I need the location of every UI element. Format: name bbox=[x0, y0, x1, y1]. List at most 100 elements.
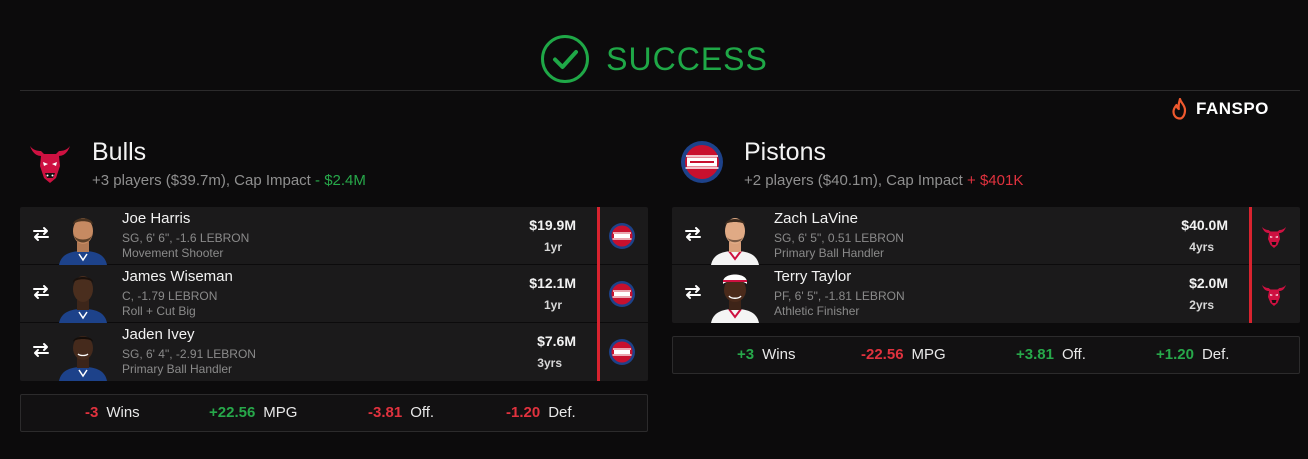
header-divider bbox=[20, 90, 1300, 91]
player-salary: $7.6M bbox=[537, 333, 576, 349]
player-headshot bbox=[59, 336, 107, 381]
player-archetype: Movement Shooter bbox=[122, 246, 224, 260]
player-details: SG, 6' 4", -2.91 LEBRON Primary Ball Han… bbox=[122, 347, 256, 377]
team-panel-bulls: Bulls +3 players ($39.7m), Cap Impact - … bbox=[20, 132, 648, 381]
team-summary: +3 players ($39.7m), Cap Impact - $2.4M bbox=[92, 172, 366, 189]
player-details: SG, 6' 5", 0.51 LEBRON Primary Ball Hand… bbox=[774, 231, 904, 261]
player-archetype: Primary Ball Handler bbox=[774, 246, 885, 260]
player-headshot bbox=[711, 274, 759, 323]
contract-years: 2yrs bbox=[1189, 298, 1214, 312]
player-salary: $2.0M bbox=[1189, 275, 1228, 291]
destination-bar bbox=[1249, 265, 1252, 323]
stat-def: -1.20 Def. bbox=[506, 404, 576, 421]
stat-value: -3.81 bbox=[368, 404, 403, 421]
player-salary: $12.1M bbox=[529, 275, 576, 291]
stat-value: +22.56 bbox=[209, 404, 256, 421]
pistons-logo bbox=[609, 339, 635, 365]
contract-years: 1yr bbox=[543, 240, 562, 254]
player-row[interactable]: James Wiseman C, -1.79 LEBRON Roll + Cut… bbox=[20, 265, 648, 323]
player-archetype: Athletic Finisher bbox=[774, 304, 860, 318]
destination-bar bbox=[597, 207, 600, 265]
destination-bar bbox=[597, 265, 600, 323]
bulls-logo bbox=[1262, 285, 1286, 306]
stat-wins: -3 Wins bbox=[85, 404, 140, 421]
player-salary: $40.0M bbox=[1181, 217, 1228, 233]
stat-mpg: +22.56 MPG bbox=[209, 404, 297, 421]
player-name[interactable]: Joe Harris bbox=[122, 210, 190, 227]
team-panel-pistons: Pistons +2 players ($40.1m), Cap Impact … bbox=[672, 132, 1300, 323]
player-row[interactable]: Terry Taylor PF, 6' 5", -1.81 LEBRON Ath… bbox=[672, 265, 1300, 323]
swap-arrows-icon[interactable] bbox=[684, 225, 702, 243]
stat-label: Wins bbox=[106, 404, 140, 421]
swap-arrows-icon[interactable] bbox=[32, 283, 50, 301]
cap-impact-value: + $401K bbox=[967, 172, 1024, 189]
status-title: SUCCESS bbox=[606, 40, 768, 77]
stat-label: Def. bbox=[548, 404, 576, 421]
cap-impact-value: - $2.4M bbox=[315, 172, 366, 189]
player-headshot bbox=[59, 218, 107, 265]
fanspo-brand[interactable]: FANSPO bbox=[1170, 98, 1269, 120]
player-headshot bbox=[711, 218, 759, 265]
player-archetype: Primary Ball Handler bbox=[122, 362, 233, 376]
player-position-rating: SG, 6' 6", -1.6 LEBRON bbox=[122, 231, 250, 245]
contract-years: 1yr bbox=[543, 298, 562, 312]
stat-label: Def. bbox=[1201, 346, 1230, 363]
player-details: C, -1.79 LEBRON Roll + Cut Big bbox=[122, 289, 217, 319]
player-archetype: Roll + Cut Big bbox=[122, 304, 196, 318]
stat-label: Off. bbox=[1061, 346, 1086, 363]
player-name[interactable]: Terry Taylor bbox=[774, 268, 851, 285]
pistons-impact-stats: +3 Wins -22.56 MPG +3.81 Off. +1.20 Def. bbox=[672, 336, 1300, 374]
player-row[interactable]: Joe Harris SG, 6' 6", -1.6 LEBRON Moveme… bbox=[20, 207, 648, 265]
pistons-logo bbox=[609, 223, 635, 249]
contract-years: 3yrs bbox=[537, 356, 562, 370]
stat-label: Off. bbox=[410, 404, 435, 421]
brand-name: FANSPO bbox=[1196, 99, 1269, 118]
team-header: Bulls +3 players ($39.7m), Cap Impact - … bbox=[20, 132, 648, 207]
stat-off: -3.81 Off. bbox=[368, 404, 434, 421]
stat-off: +3.81 Off. bbox=[1016, 346, 1086, 363]
stat-mpg: -22.56 MPG bbox=[861, 346, 946, 363]
team-summary: +2 players ($40.1m), Cap Impact + $401K bbox=[744, 172, 1023, 189]
stat-value: -22.56 bbox=[861, 346, 904, 363]
team-name: Bulls bbox=[92, 138, 147, 166]
player-list: Joe Harris SG, 6' 6", -1.6 LEBRON Moveme… bbox=[20, 207, 648, 381]
player-name[interactable]: Jaden Ivey bbox=[122, 326, 195, 343]
player-salary: $19.9M bbox=[529, 217, 576, 233]
contract-years: 4yrs bbox=[1189, 240, 1214, 254]
swap-arrows-icon[interactable] bbox=[32, 225, 50, 243]
destination-bar bbox=[597, 323, 600, 381]
team-summary-text: +2 players ($40.1m), Cap Impact bbox=[744, 172, 963, 189]
team-name: Pistons bbox=[744, 138, 826, 166]
player-position-rating: SG, 6' 5", 0.51 LEBRON bbox=[774, 231, 904, 245]
player-name[interactable]: Zach LaVine bbox=[774, 210, 858, 227]
bulls-logo bbox=[1262, 227, 1286, 248]
pistons-logo bbox=[609, 281, 635, 307]
team-summary-text: +3 players ($39.7m), Cap Impact bbox=[92, 172, 311, 189]
player-row[interactable]: Jaden Ivey SG, 6' 4", -2.91 LEBRON Prima… bbox=[20, 323, 648, 381]
stat-label: MPG bbox=[263, 404, 298, 421]
stat-label: Wins bbox=[762, 346, 796, 363]
player-details: SG, 6' 6", -1.6 LEBRON Movement Shooter bbox=[122, 231, 249, 261]
pistons-logo bbox=[681, 141, 723, 183]
stat-label: MPG bbox=[911, 346, 946, 363]
check-circle-icon bbox=[541, 35, 590, 83]
player-position-rating: C, -1.79 LEBRON bbox=[122, 289, 218, 303]
stat-value: +1.20 bbox=[1156, 346, 1194, 363]
swap-arrows-icon[interactable] bbox=[32, 341, 50, 359]
player-name[interactable]: James Wiseman bbox=[122, 268, 233, 285]
team-header: Pistons +2 players ($40.1m), Cap Impact … bbox=[672, 132, 1300, 207]
stat-value: -3 bbox=[85, 404, 99, 421]
bulls-impact-stats: -3 Wins +22.56 MPG -3.81 Off. -1.20 Def. bbox=[20, 394, 648, 432]
stat-value: +3 bbox=[737, 346, 755, 363]
flame-icon bbox=[1172, 98, 1187, 120]
player-row[interactable]: Zach LaVine SG, 6' 5", 0.51 LEBRON Prima… bbox=[672, 207, 1300, 265]
destination-bar bbox=[1249, 207, 1252, 265]
stat-wins: +3 Wins bbox=[737, 346, 795, 363]
swap-arrows-icon[interactable] bbox=[684, 283, 702, 301]
player-details: PF, 6' 5", -1.81 LEBRON Athletic Finishe… bbox=[774, 289, 905, 319]
player-list: Zach LaVine SG, 6' 5", 0.51 LEBRON Prima… bbox=[672, 207, 1300, 323]
trade-result-header: SUCCESS bbox=[0, 32, 1308, 86]
stat-def: +1.20 Def. bbox=[1156, 346, 1229, 363]
stat-value: +3.81 bbox=[1016, 346, 1054, 363]
player-position-rating: PF, 6' 5", -1.81 LEBRON bbox=[774, 289, 905, 303]
